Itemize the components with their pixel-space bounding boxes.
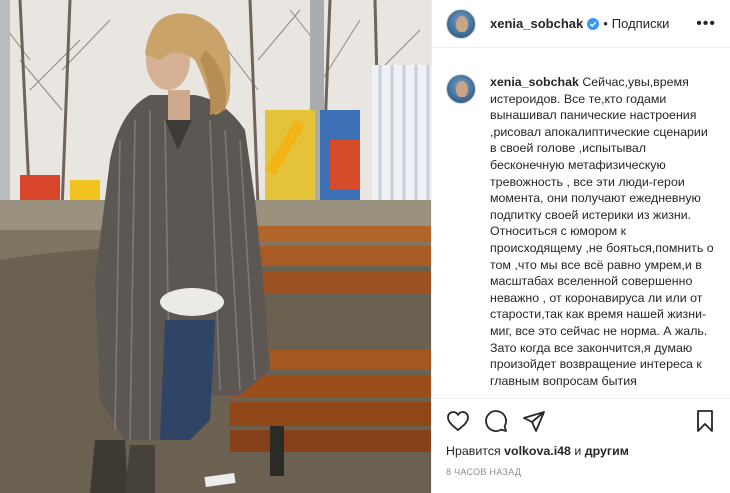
caption: xenia_sobchak Сейчас,увы,время истероидо… — [446, 74, 717, 389]
likes-user[interactable]: volkova.i48 — [504, 444, 571, 458]
header-separator: • — [603, 16, 608, 31]
post-timestamp[interactable]: 8 часов назад — [446, 467, 717, 477]
likes-line: Нравится volkova.i48 и другим — [446, 443, 717, 459]
likes-others[interactable]: другим — [585, 444, 629, 458]
profile-avatar[interactable] — [446, 8, 476, 39]
action-icons — [446, 399, 717, 443]
post-photo-illustration — [0, 0, 431, 493]
caption-text: Сейчас,увы,время истероидов. Все те,кто … — [490, 75, 714, 388]
post-header: xenia_sobchak • Подписки ••• — [432, 0, 730, 48]
caption-body: xenia_sobchak Сейчас,увы,время истероидо… — [490, 74, 716, 389]
post-photo[interactable] — [0, 0, 431, 493]
more-options-icon[interactable]: ••• — [696, 16, 716, 32]
caption-avatar[interactable] — [446, 74, 476, 104]
post-actions: Нравится volkova.i48 и другим 8 часов на… — [432, 398, 730, 493]
comments-area[interactable]: xenia_sobchak Сейчас,увы,время истероидо… — [432, 48, 730, 398]
share-icon[interactable] — [522, 409, 546, 433]
comment-icon[interactable] — [484, 409, 508, 433]
header-username[interactable]: xenia_sobchak — [490, 16, 583, 31]
heart-icon[interactable] — [446, 409, 470, 433]
post-sidebar: xenia_sobchak • Подписки ••• xenia_sobch… — [431, 0, 730, 493]
follow-button[interactable]: Подписки — [612, 16, 670, 31]
verified-badge-icon — [587, 17, 600, 30]
likes-prefix: Нравится — [446, 444, 505, 458]
likes-suffix: и — [570, 444, 585, 458]
bookmark-icon[interactable] — [693, 409, 717, 433]
caption-username[interactable]: xenia_sobchak — [490, 75, 579, 89]
